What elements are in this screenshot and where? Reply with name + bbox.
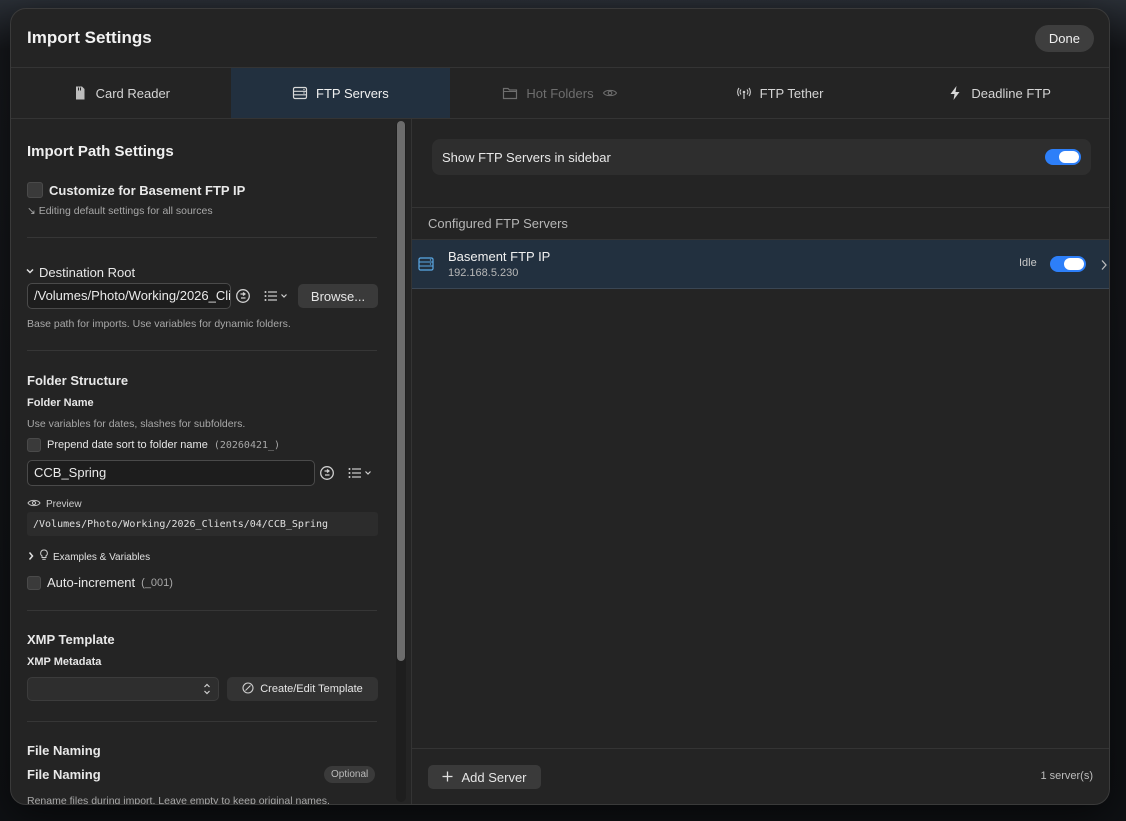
folder-name-field[interactable]: CCB_Spring bbox=[27, 460, 315, 486]
destination-root-header[interactable]: Destination Root bbox=[25, 263, 135, 281]
file-naming-hint: Rename files during import. Leave empty … bbox=[27, 795, 330, 804]
divider bbox=[27, 237, 377, 238]
add-server-label: Add Server bbox=[461, 769, 527, 785]
examples-disclosure[interactable]: Examples & Variables bbox=[27, 548, 150, 566]
create-edit-template-button[interactable]: Create/Edit Template bbox=[227, 677, 378, 701]
import-settings-sheet: Import Settings Done Card Reader FTP Ser… bbox=[10, 8, 1110, 805]
auto-increment-checkbox[interactable] bbox=[27, 575, 41, 590]
folder-icon bbox=[502, 85, 518, 101]
list-menu-icon[interactable] bbox=[345, 463, 375, 483]
tab-card-reader[interactable]: Card Reader bbox=[11, 68, 231, 118]
destination-hint: Base path for imports. Use variables for… bbox=[27, 318, 291, 330]
servers-footer: Add Server 1 server(s) bbox=[412, 748, 1109, 804]
file-naming-subtitle: File Naming bbox=[27, 767, 101, 782]
add-server-button[interactable]: Add Server bbox=[428, 765, 541, 789]
server-enabled-toggle[interactable] bbox=[1050, 256, 1086, 272]
customize-row: Customize for Basement FTP IP bbox=[27, 182, 245, 198]
chevron-right-icon bbox=[27, 548, 35, 566]
divider bbox=[27, 610, 377, 611]
examples-label: Examples & Variables bbox=[53, 551, 151, 563]
xmp-template-select[interactable] bbox=[27, 677, 219, 701]
no-template-icon bbox=[242, 681, 254, 697]
tab-label: Hot Folders bbox=[526, 85, 594, 101]
server-name: Basement FTP IP bbox=[448, 249, 551, 264]
server-icon bbox=[418, 257, 434, 276]
tab-hot-folders[interactable]: Hot Folders bbox=[450, 68, 670, 118]
variable-insert-icon[interactable] bbox=[317, 463, 337, 483]
plus-icon bbox=[442, 770, 453, 785]
folder-structure-title: Folder Structure bbox=[27, 373, 129, 388]
variable-insert-icon[interactable] bbox=[233, 286, 253, 306]
divider bbox=[27, 721, 377, 722]
scrollbar-thumb[interactable] bbox=[397, 121, 405, 661]
server-status: Idle bbox=[1019, 257, 1037, 269]
chevron-right-icon[interactable] bbox=[1100, 258, 1108, 276]
done-button[interactable]: Done bbox=[1034, 24, 1094, 52]
show-in-sidebar-toggle[interactable] bbox=[1045, 149, 1081, 165]
auto-increment-label: Auto-increment bbox=[47, 575, 136, 590]
file-naming-title: File Naming bbox=[27, 743, 101, 758]
server-count: 1 server(s) bbox=[1040, 770, 1093, 782]
optional-badge: Optional bbox=[324, 766, 376, 783]
eye-icon bbox=[27, 495, 41, 513]
preview-label-row: Preview bbox=[27, 495, 82, 513]
server-icon bbox=[292, 85, 308, 101]
editing-hint: ↘ Editing default settings for all sourc… bbox=[27, 205, 213, 217]
configured-servers-header: Configured FTP Servers bbox=[412, 207, 1109, 240]
tab-ftp-tether[interactable]: FTP Tether bbox=[670, 68, 890, 118]
sheet-header: Import Settings Done bbox=[11, 9, 1109, 67]
bolt-icon bbox=[947, 85, 963, 101]
left-panel-scrollbar[interactable] bbox=[396, 121, 406, 802]
preview-label: Preview bbox=[46, 498, 82, 510]
import-path-settings-panel: Import Path Settings Customize for Basem… bbox=[11, 119, 409, 804]
auto-increment-row: Auto-increment (_001) bbox=[27, 575, 173, 590]
destination-root-field[interactable]: /Volumes/Photo/Working/2026_Clients bbox=[27, 283, 231, 309]
antenna-icon bbox=[736, 85, 752, 101]
folder-name-label: Folder Name bbox=[27, 397, 94, 409]
xmp-metadata-label: XMP Metadata bbox=[27, 656, 102, 668]
tab-ftp-servers[interactable]: FTP Servers bbox=[230, 68, 451, 118]
create-edit-template-label: Create/Edit Template bbox=[260, 683, 363, 695]
preview-path: /Volumes/Photo/Working/2026_Clients/04/C… bbox=[27, 512, 378, 536]
updown-chevron-icon bbox=[203, 682, 211, 699]
auto-increment-example: (_001) bbox=[141, 576, 173, 589]
tab-bar: Card Reader FTP Servers Hot Folders FTP … bbox=[11, 67, 1109, 119]
chevron-down-icon bbox=[25, 263, 35, 281]
tab-label: Deadline FTP bbox=[971, 85, 1051, 101]
tab-label: FTP Tether bbox=[759, 85, 824, 101]
customize-checkbox[interactable] bbox=[27, 182, 43, 198]
prepend-date-label: Prepend date sort to folder name bbox=[47, 439, 208, 451]
import-path-title: Import Path Settings bbox=[27, 143, 174, 160]
prepend-date-row: Prepend date sort to folder name (202604… bbox=[27, 438, 280, 452]
prepend-date-checkbox[interactable] bbox=[27, 438, 41, 452]
customize-label: Customize for Basement FTP IP bbox=[49, 182, 246, 198]
destination-root-title: Destination Root bbox=[39, 264, 136, 280]
show-in-sidebar-card: Show FTP Servers in sidebar bbox=[432, 139, 1091, 175]
lightbulb-icon bbox=[39, 548, 49, 566]
server-address: 192.168.5.230 bbox=[448, 267, 519, 279]
sd-card-icon bbox=[72, 85, 88, 101]
folder-name-hint: Use variables for dates, slashes for sub… bbox=[27, 418, 246, 430]
browse-button[interactable]: Browse... bbox=[298, 284, 378, 308]
prepend-date-example: (20260421_) bbox=[213, 439, 281, 451]
list-menu-icon[interactable] bbox=[261, 286, 291, 306]
tab-label: Card Reader bbox=[95, 85, 171, 101]
sheet-title: Import Settings bbox=[27, 28, 152, 47]
eye-icon bbox=[602, 85, 618, 101]
ftp-servers-panel: Show FTP Servers in sidebar Configured F… bbox=[412, 119, 1109, 804]
xmp-template-title: XMP Template bbox=[27, 632, 115, 647]
show-in-sidebar-label: Show FTP Servers in sidebar bbox=[442, 149, 611, 165]
server-row[interactable]: Basement FTP IP 192.168.5.230 Idle bbox=[412, 240, 1109, 289]
divider bbox=[27, 350, 377, 351]
tab-label: FTP Servers bbox=[316, 85, 389, 101]
tab-deadline-ftp[interactable]: Deadline FTP bbox=[889, 68, 1109, 118]
